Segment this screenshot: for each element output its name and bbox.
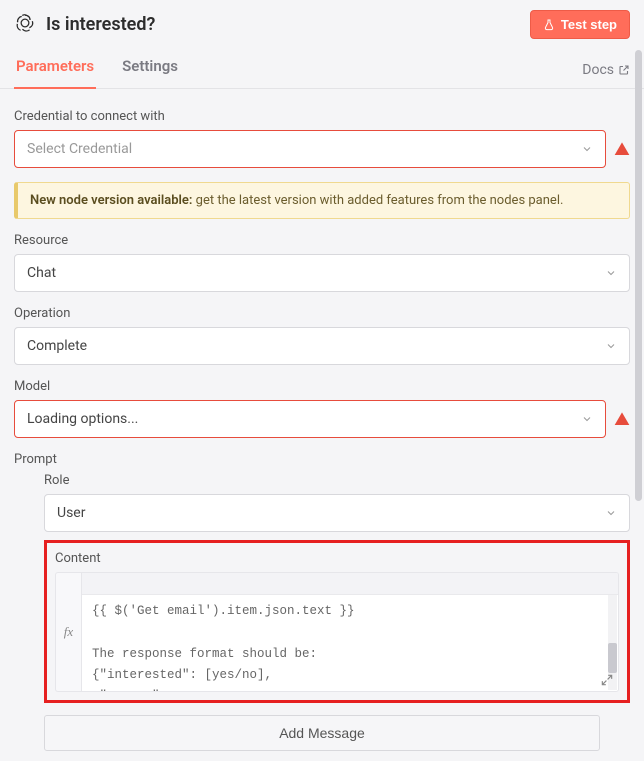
banner-strong: New node version available: [30,193,192,208]
content-editor: fx {{ $('Get email').item.json.text }} T… [55,572,619,692]
model-value: Loading options... [27,411,138,427]
resource-select[interactable]: Chat [14,254,630,292]
header-left: Is interested? [14,12,155,38]
chevron-down-icon [605,267,617,279]
docs-label: Docs [582,62,614,78]
banner-text: get the latest version with added featur… [192,193,563,208]
openai-icon [14,12,36,38]
code-header [82,573,618,595]
page-scrollbar[interactable] [635,50,642,754]
chevron-down-icon [581,143,593,155]
operation-value: Complete [27,338,87,354]
header: Is interested? Test step [0,0,644,47]
credential-select[interactable]: Select Credential [14,130,606,168]
operation-label: Operation [14,306,630,321]
chevron-down-icon [605,340,617,352]
chevron-down-icon [581,413,593,425]
test-step-button[interactable]: Test step [530,10,630,39]
flask-icon [543,19,555,31]
prompt-label: Prompt [14,452,630,467]
role-value: User [57,505,85,521]
role-label: Role [44,473,630,488]
docs-link[interactable]: Docs [582,62,630,88]
operation-select[interactable]: Complete [14,327,630,365]
page-scroll-thumb[interactable] [635,50,642,501]
model-label: Model [14,379,630,394]
resource-value: Chat [27,265,56,281]
content-label: Content [55,551,619,566]
chevron-down-icon [605,507,617,519]
expand-icon[interactable] [600,673,614,687]
credential-label: Credential to connect with [14,109,630,124]
expression-fx-icon[interactable]: fx [55,572,81,692]
external-link-icon [618,64,630,76]
content-group-highlight: Content fx {{ $('Get email').item.json.t… [44,540,630,703]
version-banner: New node version available: get the late… [14,182,630,219]
role-select[interactable]: User [44,494,630,532]
add-message-button[interactable]: Add Message [44,715,600,751]
tabs: Parameters Settings Docs [0,47,644,89]
content: Credential to connect with Select Creden… [0,89,644,761]
tab-settings[interactable]: Settings [120,47,180,89]
warning-icon [614,411,630,427]
content-text[interactable]: {{ $('Get email').item.json.text }} The … [82,595,618,691]
code-scroll-thumb[interactable] [608,643,617,673]
model-select[interactable]: Loading options... [14,400,606,438]
page-title: Is interested? [46,14,155,35]
test-step-label: Test step [561,17,617,32]
credential-placeholder: Select Credential [27,141,132,157]
resource-label: Resource [14,233,630,248]
content-code-area[interactable]: {{ $('Get email').item.json.text }} The … [81,572,619,692]
warning-icon [614,141,630,157]
tab-parameters[interactable]: Parameters [14,47,96,89]
